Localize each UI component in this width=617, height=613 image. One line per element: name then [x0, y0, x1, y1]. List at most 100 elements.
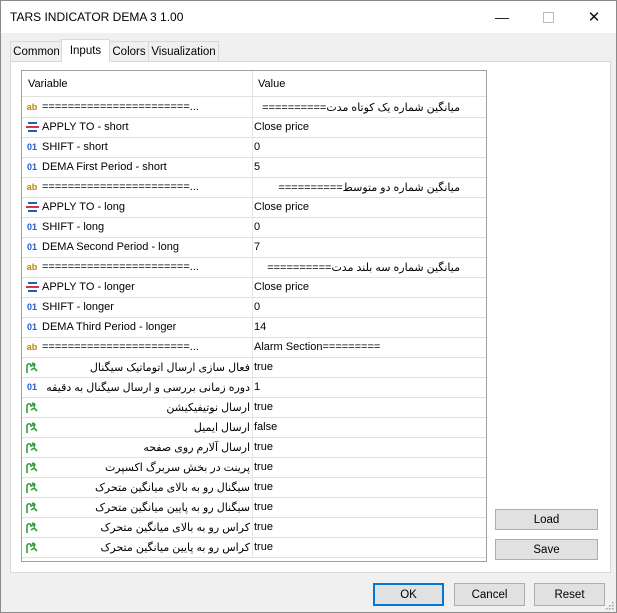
- tab-colors[interactable]: Colors: [108, 41, 150, 61]
- table-row[interactable]: ارسال ایمیل false: [22, 417, 486, 438]
- table-row[interactable]: ab =======================... میانگین شمار…: [22, 97, 486, 118]
- row-variable: فعال سازی ارسال اتوماتیک سیگنال: [89, 362, 250, 374]
- row-value[interactable]: 14: [254, 321, 482, 333]
- row-variable: ارسال نوتیفیکیشن: [166, 402, 250, 414]
- boolean-type-icon: [25, 420, 39, 434]
- row-value[interactable]: 0: [254, 301, 482, 313]
- minimize-icon: —: [495, 9, 509, 25]
- table-row[interactable]: APPLY TO - long Close price: [22, 197, 486, 218]
- integer-type-icon: 01: [26, 142, 37, 152]
- table-row[interactable]: ab =======================... Alarm Sectio…: [22, 337, 486, 358]
- cancel-button[interactable]: Cancel: [454, 583, 525, 606]
- tab-common[interactable]: Common: [10, 41, 63, 61]
- row-value[interactable]: true: [254, 461, 482, 473]
- string-type-icon: ab: [26, 182, 38, 192]
- table-row[interactable]: کراس رو به بالای میانگین متحرک true: [22, 517, 486, 538]
- string-type-icon: ab: [26, 342, 38, 352]
- row-value[interactable]: 1: [254, 381, 482, 393]
- row-variable: DEMA Second Period - long: [42, 241, 179, 253]
- integer-type-icon: 01: [26, 242, 37, 252]
- table-row[interactable]: 01 DEMA First Period - short 5: [22, 157, 486, 178]
- boolean-type-icon: [25, 520, 39, 534]
- column-header-variable[interactable]: Variable: [28, 78, 68, 90]
- row-variable: کراس رو به بالای میانگین متحرک: [100, 522, 250, 534]
- table-row[interactable]: سیگنال رو به بالای میانگین متحرک true: [22, 477, 486, 498]
- tab-inputs[interactable]: Inputs: [61, 39, 110, 62]
- table-row[interactable]: 01 DEMA Third Period - longer 14: [22, 317, 486, 338]
- row-value[interactable]: 0: [254, 141, 482, 153]
- tab-visualization[interactable]: Visualization: [148, 41, 219, 61]
- row-value[interactable]: Alarm Section=========: [254, 341, 482, 353]
- row-variable: سیگنال رو به بالای میانگین متحرک: [94, 482, 250, 494]
- row-value[interactable]: 5: [254, 161, 482, 173]
- table-row[interactable]: 01 دوره زمانی بررسی و ارسال سیگنال به دقی…: [22, 377, 486, 398]
- grid-header: Variable Value: [22, 71, 486, 97]
- table-row[interactable]: کراس رو به پایین میانگین متحرک true: [22, 537, 486, 558]
- table-row[interactable]: 01 SHIFT - long 0: [22, 217, 486, 238]
- reset-button[interactable]: Reset: [534, 583, 605, 606]
- row-variable: SHIFT - long: [42, 221, 105, 233]
- row-value[interactable]: میانگین شماره سه بلند مدت==========: [254, 261, 460, 274]
- inputs-panel: Variable Value ab =======================…: [10, 61, 611, 573]
- row-value[interactable]: میانگین شماره دو متوسط==========: [254, 181, 460, 194]
- row-variable: سیگنال رو به پایین میانگین متحرک: [95, 502, 250, 514]
- integer-type-icon: 01: [26, 302, 37, 312]
- row-value[interactable]: true: [254, 481, 482, 493]
- maximize-icon: [542, 11, 554, 23]
- row-value[interactable]: true: [254, 501, 482, 513]
- row-value[interactable]: true: [254, 401, 482, 413]
- boolean-type-icon: [25, 360, 39, 374]
- boolean-type-icon: [25, 500, 39, 514]
- minimize-button[interactable]: —: [479, 1, 525, 33]
- table-row[interactable]: پرینت در بخش سربرگ اکسپرت true: [22, 457, 486, 478]
- close-button[interactable]: ✕: [571, 1, 617, 33]
- table-row[interactable]: 01 SHIFT - short 0: [22, 137, 486, 158]
- maximize-button: [525, 1, 571, 33]
- enum-type-icon: [25, 200, 39, 214]
- column-header-value[interactable]: Value: [258, 78, 285, 90]
- string-type-icon: ab: [26, 102, 38, 112]
- table-row[interactable]: 01 SHIFT - longer 0: [22, 297, 486, 318]
- row-value[interactable]: Close price: [254, 121, 482, 133]
- table-row[interactable]: APPLY TO - short Close price: [22, 117, 486, 138]
- table-row[interactable]: ارسال آلارم روی صفحه true: [22, 437, 486, 458]
- table-row[interactable]: ارسال نوتیفیکیشن true: [22, 397, 486, 418]
- ok-button[interactable]: OK: [373, 583, 444, 606]
- row-value[interactable]: true: [254, 521, 482, 533]
- row-variable: SHIFT - short: [42, 141, 108, 153]
- integer-type-icon: 01: [26, 322, 37, 332]
- title-bar: TARS INDICATOR DEMA 3 1.00 — ✕: [1, 1, 616, 33]
- row-value[interactable]: true: [254, 441, 482, 453]
- string-type-icon: ab: [26, 262, 38, 272]
- row-variable: ارسال آلارم روی صفحه: [143, 442, 250, 454]
- row-value[interactable]: میانگین شماره یک کوتاه مدت==========: [254, 101, 460, 114]
- row-value[interactable]: false: [254, 421, 482, 433]
- table-row[interactable]: APPLY TO - longer Close price: [22, 277, 486, 298]
- row-variable: DEMA First Period - short: [42, 161, 167, 173]
- row-value[interactable]: 7: [254, 241, 482, 253]
- row-variable: SHIFT - longer: [42, 301, 114, 313]
- row-value[interactable]: Close price: [254, 201, 482, 213]
- table-row[interactable]: سیگنال رو به پایین میانگین متحرک true: [22, 497, 486, 518]
- save-button[interactable]: Save: [495, 539, 598, 560]
- table-row[interactable]: 01 DEMA Second Period - long 7: [22, 237, 486, 258]
- window-title: TARS INDICATOR DEMA 3 1.00: [10, 10, 184, 24]
- row-variable: =======================...: [42, 341, 199, 353]
- row-variable: APPLY TO - short: [42, 121, 129, 133]
- table-row[interactable]: ab =======================... میانگین شمار…: [22, 177, 486, 198]
- row-variable: APPLY TO - long: [42, 201, 125, 213]
- table-row[interactable]: ab =======================... میانگین شمار…: [22, 257, 486, 278]
- row-variable: کراس رو به پایین میانگین متحرک: [100, 542, 250, 554]
- row-value[interactable]: 0: [254, 221, 482, 233]
- boolean-type-icon: [25, 540, 39, 554]
- boolean-type-icon: [25, 460, 39, 474]
- row-variable: پرینت در بخش سربرگ اکسپرت: [104, 462, 250, 474]
- row-variable: ارسال ایمیل: [193, 422, 250, 434]
- load-button[interactable]: Load: [495, 509, 598, 530]
- row-value[interactable]: Close price: [254, 281, 482, 293]
- resize-grip-icon[interactable]: [604, 600, 614, 610]
- close-icon: ✕: [587, 9, 601, 26]
- row-value[interactable]: true: [254, 361, 482, 373]
- row-value[interactable]: true: [254, 541, 482, 553]
- table-row[interactable]: فعال سازی ارسال اتوماتیک سیگنال true: [22, 357, 486, 378]
